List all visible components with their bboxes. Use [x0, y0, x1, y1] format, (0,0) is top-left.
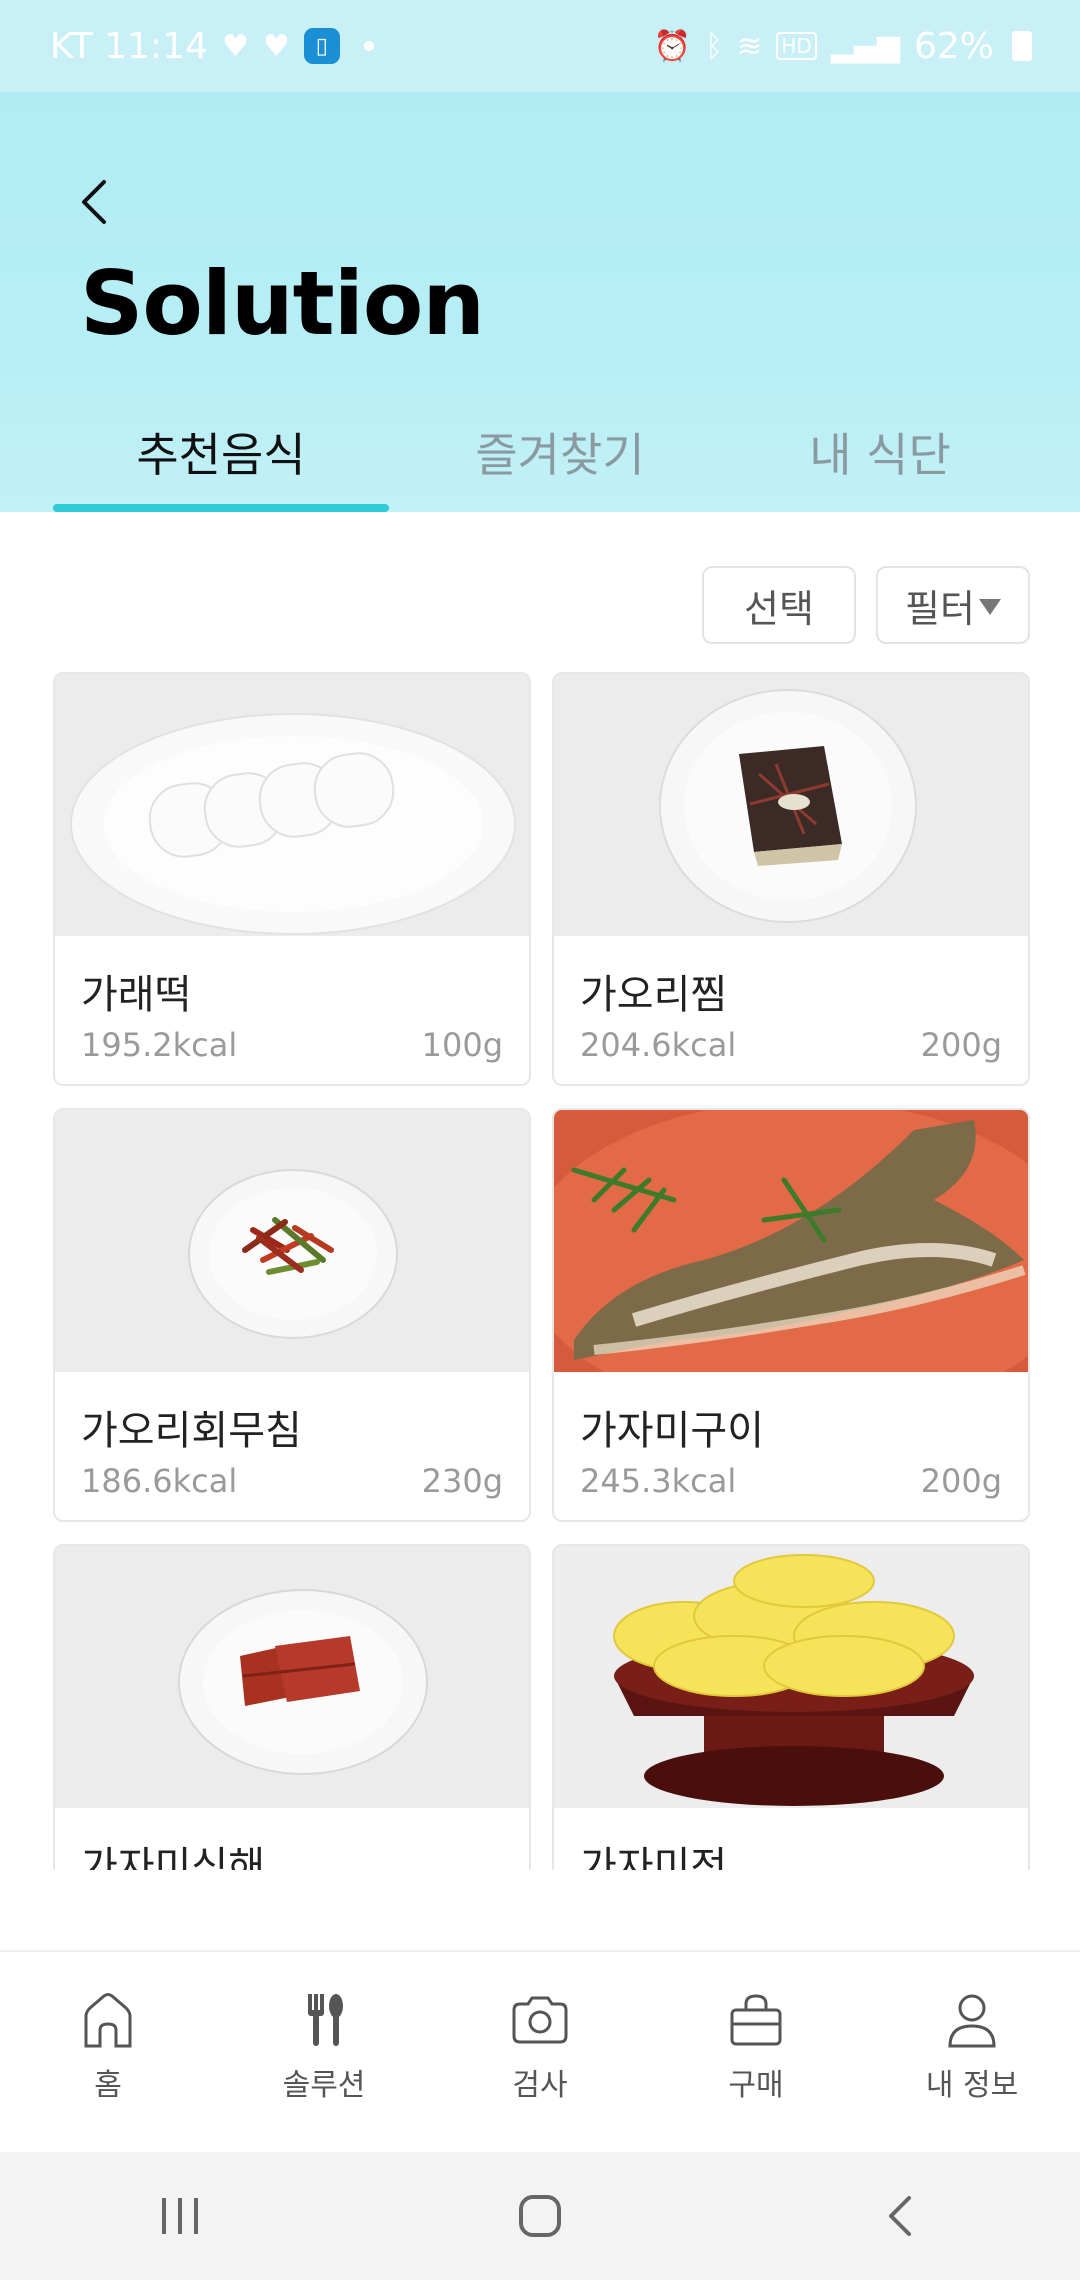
- food-kcal: 204.6kcal: [580, 1026, 737, 1064]
- tab-label: 즐겨찾기: [475, 428, 645, 482]
- tab-favorites[interactable]: 즐겨찾기: [390, 410, 730, 512]
- food-card[interactable]: 가자미식해: [53, 1544, 531, 1870]
- food-card[interactable]: 가래떡 195.2kcal 100g: [53, 672, 531, 1086]
- food-card[interactable]: 가자미구이 245.3kcal 200g: [552, 1108, 1030, 1522]
- nav-label: 솔루션: [282, 2068, 366, 2103]
- recent-apps-button[interactable]: [120, 2176, 240, 2256]
- food-grid: 가래떡 195.2kcal 100g 가오리찜 204.6kcal 200g 가…: [0, 670, 1080, 1870]
- home-button-icon: [519, 2195, 561, 2237]
- food-kcal: 245.3kcal: [580, 1462, 737, 1500]
- food-name: 가오리회무침: [81, 1408, 302, 1454]
- nav-home[interactable]: 홈: [0, 1952, 216, 2152]
- alarm-icon: ⏰: [653, 28, 692, 64]
- page-title: Solution: [80, 252, 485, 355]
- filter-funnel-icon: [978, 599, 1001, 615]
- food-name: 가자미식해: [81, 1844, 265, 1870]
- nav-label: 내 정보: [925, 2068, 1019, 2103]
- food-kcal: 186.6kcal: [81, 1462, 238, 1500]
- home-icon: [76, 1988, 140, 2052]
- food-name: 가래떡: [81, 972, 192, 1018]
- select-button[interactable]: 선택: [702, 566, 856, 644]
- food-weight: 230g: [421, 1462, 503, 1500]
- food-kcal: 195.2kcal: [81, 1026, 238, 1064]
- signal-icon: ▂▄▆: [830, 28, 900, 64]
- food-card[interactable]: 가오리찜 204.6kcal 200g: [552, 672, 1030, 1086]
- grilled-flounder-photo: [554, 1110, 1028, 1372]
- food-weight: 200g: [920, 1026, 1002, 1064]
- nav-label: 구매: [728, 2068, 784, 2103]
- nav-inspection[interactable]: 검사: [432, 1952, 648, 2152]
- tab-my-diet[interactable]: 내 식단: [720, 410, 1040, 512]
- list-actions: 선택 필터: [702, 566, 1030, 644]
- filter-label: 필터: [905, 586, 975, 631]
- tab-recommended[interactable]: 추천음식: [53, 410, 389, 512]
- tab-indicator: [53, 504, 389, 512]
- person-icon: [940, 1988, 1004, 2052]
- recent-apps-icon: [162, 2198, 198, 2234]
- status-right: ⏰ ᛒ ≋ HD ▂▄▆ 62%: [654, 26, 1032, 67]
- chevron-left-icon: [82, 180, 106, 224]
- fermented-flounder-photo: [55, 1546, 529, 1808]
- heart-wave-icon: ♥: [262, 28, 290, 64]
- back-icon: [889, 2196, 911, 2236]
- system-nav: [0, 2152, 1080, 2280]
- bluetooth-icon: ᛒ: [705, 28, 724, 64]
- nav-purchase[interactable]: 구매: [648, 1952, 864, 2152]
- food-card[interactable]: 가자미전: [552, 1544, 1030, 1870]
- tab-label: 추천음식: [136, 428, 306, 482]
- battery-icon: [1012, 31, 1032, 61]
- dot-icon: [363, 41, 374, 51]
- heart-wave-icon: ♥: [222, 28, 249, 64]
- select-label: 선택: [744, 586, 814, 631]
- back-button[interactable]: [68, 172, 118, 232]
- app-square-icon: ▯: [303, 28, 340, 64]
- camera-icon: [508, 1988, 572, 2052]
- bottom-nav: 홈 솔루션 검사 구매 내 정보: [0, 1950, 1080, 2152]
- fork-knife-icon: [292, 1988, 356, 2052]
- nav-label: 홈: [94, 2068, 122, 2103]
- carrier-time: KT 11:14: [50, 25, 208, 67]
- tab-label: 내 식단: [809, 428, 951, 482]
- food-name: 가자미전: [580, 1844, 728, 1870]
- header: Solution 추천음식 즐겨찾기 내 식단: [0, 92, 1080, 512]
- food-name: 가오리찜: [580, 972, 728, 1018]
- status-bar: KT 11:14 ♥ ♥ ▯ ⏰ ᛒ ≋ HD ▂▄▆ 62%: [0, 0, 1080, 92]
- battery-percent: 62%: [913, 25, 994, 67]
- filter-button[interactable]: 필터: [876, 566, 1030, 644]
- wifi-icon: ≋: [737, 28, 763, 64]
- steamed-stingray-photo: [554, 674, 1028, 936]
- nav-my-info[interactable]: 내 정보: [864, 1952, 1080, 2152]
- nav-label: 검사: [512, 2068, 568, 2103]
- back-system-button[interactable]: [840, 2176, 960, 2256]
- home-system-button[interactable]: [480, 2176, 600, 2256]
- food-weight: 100g: [421, 1026, 503, 1064]
- food-weight: 200g: [920, 1462, 1002, 1500]
- nav-solution[interactable]: 솔루션: [216, 1952, 432, 2152]
- status-left: KT 11:14 ♥ ♥ ▯: [50, 26, 374, 67]
- rice-cake-photo: [55, 674, 529, 936]
- tab-bar: 추천음식 즐겨찾기 내 식단: [0, 410, 1080, 512]
- food-card[interactable]: 가오리회무침 186.6kcal 230g: [53, 1108, 531, 1522]
- stingray-salad-photo: [55, 1110, 529, 1372]
- food-name: 가자미구이: [580, 1408, 764, 1454]
- flounder-pancake-photo: [554, 1546, 1028, 1808]
- hd-icon: HD: [776, 32, 817, 60]
- shopping-bag-icon: [724, 1988, 788, 2052]
